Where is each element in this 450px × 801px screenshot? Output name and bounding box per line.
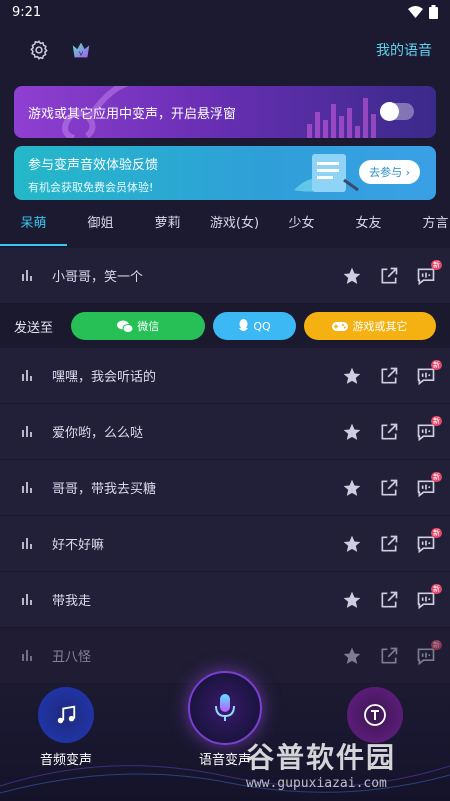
chat-send-icon[interactable]: 新 — [416, 527, 442, 554]
send-wechat-label: 微信 — [137, 320, 160, 333]
audio-bars-icon — [22, 482, 38, 493]
chat-send-icon[interactable]: 新 — [416, 583, 442, 610]
new-badge: 新 — [431, 359, 442, 370]
gamepad-icon — [332, 321, 349, 331]
voice-label: 嘿嘿，我会听话的 — [52, 370, 157, 385]
star-icon[interactable] — [342, 534, 362, 554]
equalizer-decoration — [307, 98, 376, 138]
share-icon[interactable] — [379, 646, 399, 666]
list-item[interactable]: 爱你哟，么么哒 新 — [0, 404, 450, 460]
new-badge: 新 — [431, 583, 442, 594]
list-item[interactable]: 好不好嘛 新 — [0, 516, 450, 572]
chat-send-icon[interactable]: 新 — [416, 639, 442, 666]
watermark-url: www.gupuxiazai.com — [246, 776, 387, 791]
star-icon[interactable] — [342, 422, 362, 442]
wechat-icon — [117, 320, 134, 333]
voice-label: 哥哥，带我去买糖 — [52, 482, 157, 497]
list-item[interactable]: 嘿嘿，我会听话的 新 — [0, 348, 450, 404]
audio-bars-icon — [22, 370, 38, 381]
list-item[interactable]: 哥哥，带我去买糖 新 — [0, 460, 450, 516]
text-t-icon — [364, 704, 386, 726]
voice-label: 丑八怪 — [52, 650, 92, 665]
share-icon[interactable] — [379, 366, 399, 386]
star-icon[interactable] — [342, 590, 362, 610]
svg-text:v: v — [79, 49, 84, 58]
share-icon[interactable] — [379, 590, 399, 610]
star-icon[interactable] — [342, 266, 362, 286]
voice-label: 小哥哥，笑一个 — [52, 270, 144, 285]
chat-send-icon[interactable]: 新 — [416, 359, 442, 386]
tab-girl[interactable]: 少女 — [268, 206, 335, 246]
watermark-title: 谷普软件园 — [246, 741, 397, 774]
voice-label: 爱你哟，么么哒 — [52, 426, 144, 441]
chat-send-icon[interactable]: 新 — [416, 471, 442, 498]
voice-label: 好不好嘛 — [52, 538, 105, 553]
watermark: 谷普软件园 www.gupuxiazai.com — [246, 736, 446, 798]
share-icon[interactable] — [379, 422, 399, 442]
category-tabs: 呆萌 御姐 萝莉 游戏(女) 少女 女友 方言 — [0, 206, 450, 246]
new-badge: 新 — [431, 259, 442, 270]
send-to-bar: 发送至 微信 QQ 游戏或其它 — [0, 304, 450, 348]
document-illustration — [294, 154, 359, 192]
tab-cute[interactable]: 呆萌 — [0, 206, 67, 246]
tab-dialect[interactable]: 方言 — [402, 206, 450, 246]
nav-text-to-speech[interactable] — [345, 687, 405, 743]
microphone-icon — [215, 694, 235, 721]
qq-penguin-icon — [239, 319, 249, 331]
gear-icon[interactable] — [28, 39, 50, 61]
tab-girlfriend[interactable]: 女友 — [335, 206, 402, 246]
send-qq-button[interactable]: QQ — [213, 312, 296, 340]
floating-window-banner[interactable]: 游戏或其它应用中变声，开启悬浮窗 — [14, 86, 436, 138]
nav-audio-label: 音频变声 — [39, 753, 92, 768]
send-qq-label: QQ — [253, 319, 271, 333]
share-icon[interactable] — [379, 266, 399, 286]
top-bar: v 我的语音 — [0, 24, 450, 76]
new-badge: 新 — [431, 527, 442, 538]
nav-audio-voice-change[interactable]: 音频变声 — [30, 687, 102, 768]
star-icon[interactable] — [342, 478, 362, 498]
chat-send-icon[interactable]: 新 — [416, 415, 442, 442]
star-icon[interactable] — [342, 366, 362, 386]
chat-send-icon[interactable]: 新 — [416, 259, 442, 286]
new-badge: 新 — [431, 415, 442, 426]
voice-label: 带我走 — [52, 594, 92, 609]
audio-bars-icon — [22, 270, 38, 281]
status-time: 9:21 — [12, 4, 42, 20]
tab-mature-lady[interactable]: 御姐 — [67, 206, 134, 246]
battery-icon — [429, 5, 438, 19]
my-voice-link[interactable]: 我的语音 — [376, 40, 432, 60]
vip-crown-icon[interactable]: v — [70, 39, 92, 61]
new-badge: 新 — [431, 471, 442, 482]
share-icon[interactable] — [379, 534, 399, 554]
audio-bars-icon — [22, 650, 38, 661]
list-item[interactable]: 小哥哥，笑一个 新 — [0, 248, 450, 304]
feedback-banner[interactable]: 参与变声音效体验反馈 有机会获取免费会员体验! 去参与 › — [14, 146, 436, 200]
send-to-label: 发送至 — [14, 320, 54, 336]
audio-bars-icon — [22, 594, 38, 605]
audio-bars-icon — [22, 538, 38, 549]
voice-list: 小哥哥，笑一个 新 发送至 微信 QQ 游戏或其它 嘿嘿，我会听话的 新 爱你哟… — [0, 248, 450, 684]
wifi-icon — [408, 6, 423, 18]
share-icon[interactable] — [379, 478, 399, 498]
music-note-icon — [57, 705, 76, 724]
floating-window-text: 游戏或其它应用中变声，开启悬浮窗 — [28, 106, 237, 122]
status-bar: 9:21 — [0, 0, 450, 24]
floating-window-toggle[interactable] — [380, 102, 414, 121]
list-item[interactable]: 带我走 新 — [0, 572, 450, 628]
tab-loli[interactable]: 萝莉 — [134, 206, 201, 246]
audio-bars-icon — [22, 426, 38, 437]
send-other-button[interactable]: 游戏或其它 — [303, 312, 437, 340]
new-badge: 新 — [431, 639, 442, 650]
join-button[interactable]: 去参与 › — [359, 160, 420, 184]
tab-game-female[interactable]: 游戏(女) — [201, 206, 268, 246]
send-other-label: 游戏或其它 — [352, 320, 408, 333]
send-wechat-button[interactable]: 微信 — [71, 312, 206, 340]
star-icon[interactable] — [342, 646, 362, 666]
